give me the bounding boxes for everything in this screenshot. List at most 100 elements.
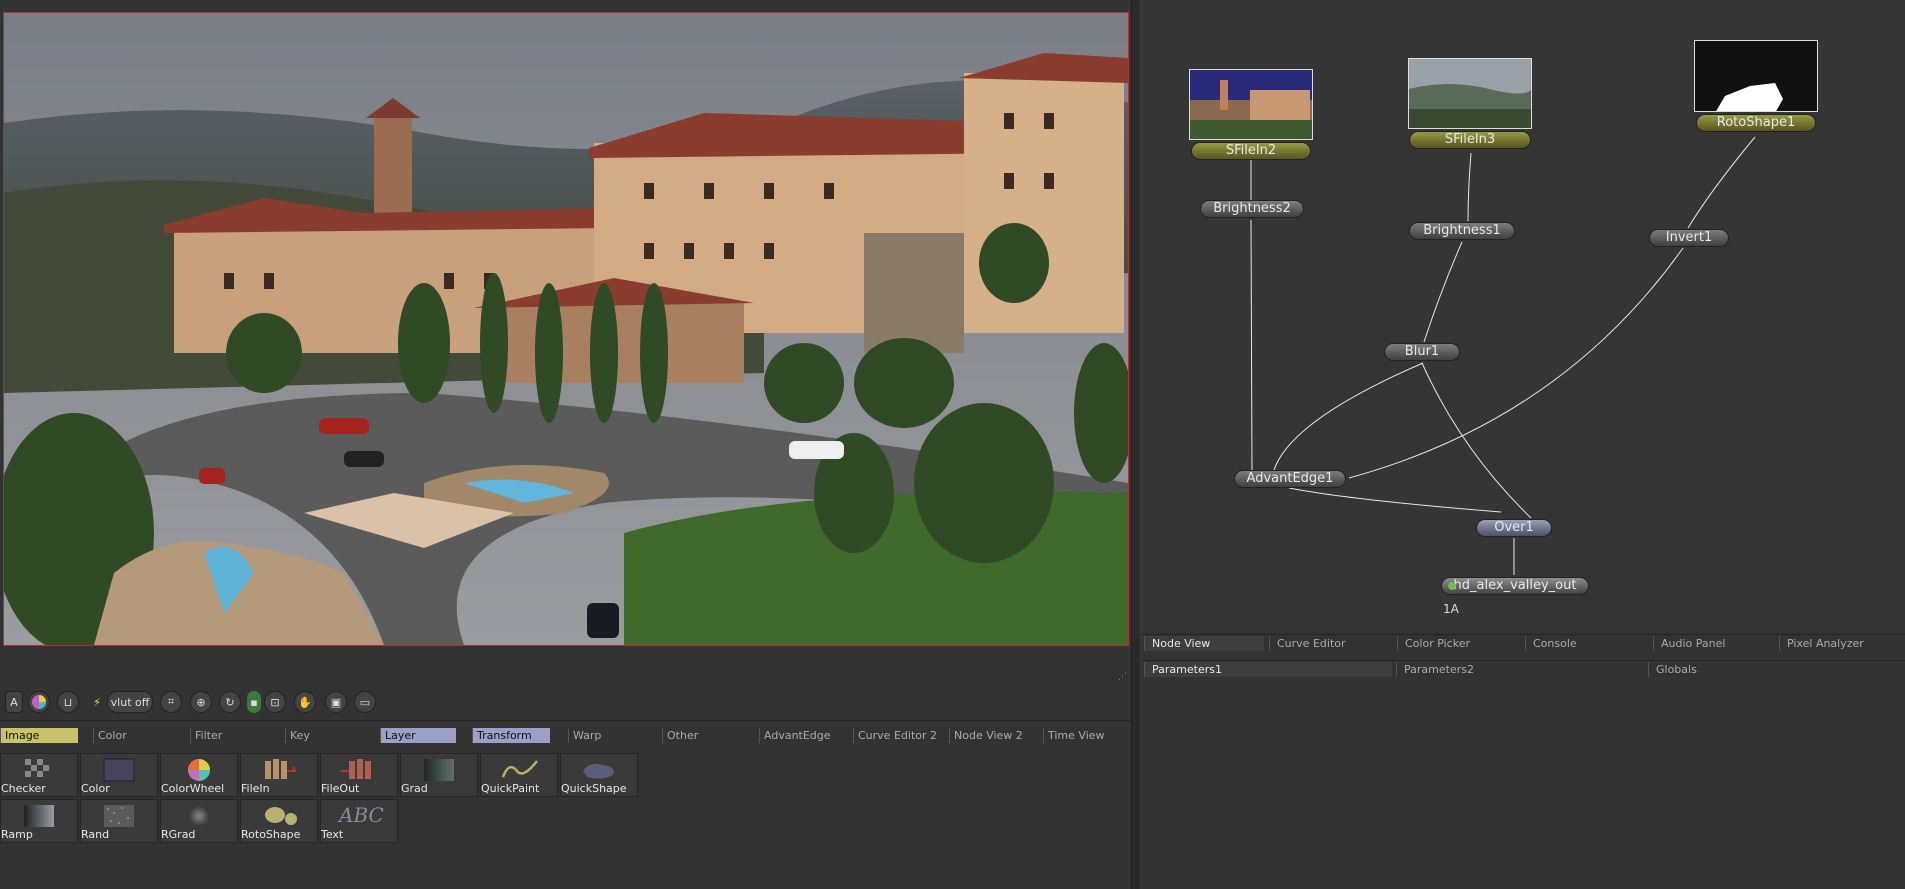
tab-advantedge[interactable]: AdvantEdge (759, 728, 849, 743)
sfilein3-thumbnail[interactable] (1408, 58, 1532, 129)
color-wheel-button[interactable] (28, 691, 50, 713)
saver-output-label: 1A (1443, 602, 1459, 616)
tool-label: ColorWheel (161, 782, 225, 795)
tab-label: Globals (1656, 663, 1697, 676)
tab-label: Transform (477, 729, 532, 742)
tab-curve-editor[interactable]: Curve Editor (1269, 636, 1393, 651)
vlut-button[interactable]: vlut off (107, 691, 153, 713)
node-sfilein3[interactable]: SFileIn3 (1409, 131, 1531, 149)
node-label: SFileIn3 (1444, 132, 1496, 147)
rotoshape-icon (265, 807, 297, 825)
resize-grip-icon[interactable]: ⋰ (1118, 672, 1128, 682)
node-over1[interactable]: Over1 (1476, 519, 1552, 537)
wire-brightness2-advantedge (1250, 219, 1253, 471)
tool-checker[interactable]: Checker (0, 753, 78, 797)
tab-time-view[interactable]: Time View (1043, 728, 1131, 743)
sfilein2-thumbnail-image (1190, 70, 1312, 139)
rotoshape1-thumbnail-image (1695, 41, 1817, 111)
tool-filein[interactable]: FileIn (240, 753, 318, 797)
roi-button[interactable]: ▪ (247, 691, 261, 713)
crop-button[interactable]: ⌗ (160, 691, 182, 713)
tool-ramp[interactable]: Ramp (0, 799, 78, 843)
tool-label: Color (81, 782, 110, 795)
viewer-image[interactable] (3, 12, 1129, 646)
tool-text[interactable]: ABC Text (320, 799, 398, 843)
tool-quickpaint[interactable]: QuickPaint (480, 753, 558, 797)
wire-roto-invert (1687, 136, 1756, 229)
tab-audio-panel[interactable]: Audio Panel (1653, 636, 1777, 651)
filein-icon (265, 759, 297, 779)
node-invert1[interactable]: Invert1 (1649, 229, 1729, 247)
frame-button[interactable]: ⊡ (264, 691, 286, 713)
tab-warp[interactable]: Warp (568, 728, 653, 743)
tool-grad[interactable]: Grad (400, 753, 478, 797)
node-rotoshape1[interactable]: RotoShape1 (1696, 114, 1816, 132)
node-view[interactable]: SFileIn2 SFileIn3 RotoShape1 Brightness2… (1141, 0, 1905, 632)
quickshape-icon (583, 763, 614, 779)
tab-layer[interactable]: Layer (380, 728, 456, 743)
tool-colorwheel[interactable]: ColorWheel (160, 753, 238, 797)
wire-blur-over (1421, 362, 1532, 519)
tool-label: FileOut (321, 782, 360, 795)
tool-quickshape[interactable]: QuickShape (560, 753, 638, 797)
tool-fileout[interactable]: FileOut (320, 753, 398, 797)
snapshot-button[interactable]: ▣ (325, 691, 347, 713)
text-icon: ABC (339, 803, 384, 827)
viewer-separator (0, 720, 1131, 721)
tab-label: Layer (385, 729, 416, 742)
pane-divider[interactable] (1131, 0, 1141, 889)
tab-color[interactable]: Color (93, 728, 163, 743)
node-advantedge1[interactable]: AdvantEdge1 (1234, 470, 1346, 488)
tool-label: Grad (401, 782, 428, 795)
tool-label: RGrad (161, 828, 196, 841)
viewer-pane[interactable]: ⋰ A ⊔ ⚡ vlut off ⌗ ⊕ ↻ ▪ ⊡ ✋ ▣ ▭ (0, 0, 1131, 725)
lock-button[interactable]: ⊔ (57, 691, 79, 713)
tool-label: FileIn (241, 782, 270, 795)
tab-node-view[interactable]: Node View (1144, 636, 1264, 651)
tab-filter[interactable]: Filter (190, 728, 270, 743)
node-label: Invert1 (1665, 230, 1713, 245)
tool-color[interactable]: Color (80, 753, 158, 797)
clip-button[interactable]: ▭ (354, 691, 376, 713)
tab-globals[interactable]: Globals (1648, 662, 1902, 677)
node-blur1[interactable]: Blur1 (1384, 343, 1460, 361)
node-saver[interactable]: hd_alex_valley_out (1441, 577, 1589, 595)
lock-icon: ⊔ (63, 695, 73, 709)
node-brightness2[interactable]: Brightness2 (1200, 200, 1304, 218)
tab-pixel-analyzer[interactable]: Pixel Analyzer (1779, 636, 1903, 651)
parameters-panel[interactable] (1141, 680, 1905, 889)
tool-rgrad[interactable]: RGrad (160, 799, 238, 843)
rotoshape1-thumbnail[interactable] (1694, 40, 1818, 112)
tab-transform[interactable]: Transform (472, 728, 550, 743)
tool-rand[interactable]: Rand (80, 799, 158, 843)
tab-image[interactable]: Image (0, 728, 78, 743)
grid-button[interactable]: ⊕ (190, 691, 212, 713)
sfilein2-thumbnail[interactable] (1189, 69, 1313, 140)
node-brightness1[interactable]: Brightness1 (1409, 222, 1515, 240)
viewer-a-button[interactable]: A (5, 691, 23, 713)
tab-console[interactable]: Console (1525, 636, 1649, 651)
tab-parameters1[interactable]: Parameters1 (1144, 662, 1392, 677)
refresh-button[interactable]: ↻ (219, 691, 241, 713)
node-sfilein2[interactable]: SFileIn2 (1191, 142, 1311, 160)
tab-parameters2[interactable]: Parameters2 (1396, 662, 1644, 677)
tool-label: QuickPaint (481, 782, 540, 795)
tool-label: QuickShape (561, 782, 627, 795)
tab-label: Color Picker (1405, 637, 1470, 650)
tool-tabs: Image Color Filter Key Layer Transform W… (0, 728, 1131, 744)
color-wheel-icon (32, 695, 46, 709)
tab-color-picker[interactable]: Color Picker (1397, 636, 1521, 651)
color-icon (103, 758, 135, 782)
tab-node-view-2[interactable]: Node View 2 (949, 728, 1039, 743)
hand-button[interactable]: ✋ (294, 691, 316, 713)
tool-label: Ramp (1, 828, 33, 841)
tab-other[interactable]: Other (662, 728, 747, 743)
tab-label: Curve Editor 2 (858, 729, 937, 742)
tab-key[interactable]: Key (285, 728, 370, 743)
node-label: Over1 (1494, 520, 1534, 535)
lightning-button[interactable]: ⚡ (89, 691, 105, 713)
tool-rotoshape[interactable]: RotoShape (240, 799, 318, 843)
wire-invert-advantedge (1348, 247, 1684, 479)
tab-curve-editor-2[interactable]: Curve Editor 2 (853, 728, 943, 743)
rgrad-icon (189, 806, 209, 826)
